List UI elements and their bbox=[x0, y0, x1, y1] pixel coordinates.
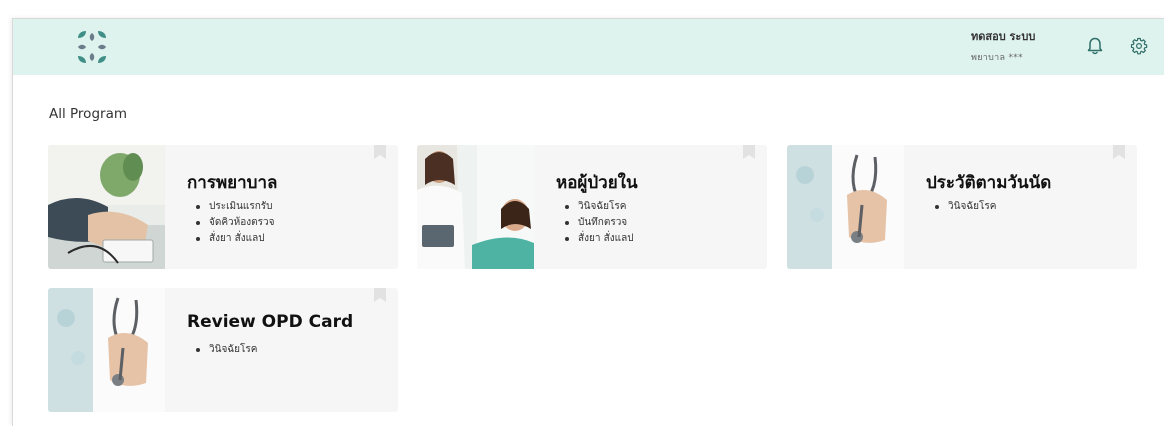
program-card-nursing[interactable]: การพยาบาล ประเมินแรกรับ จัดคิวห้องตรวจ ส… bbox=[48, 145, 398, 269]
clover-logo-icon[interactable] bbox=[73, 28, 111, 66]
list-item: สั่งยา สั่งแลป bbox=[565, 231, 634, 247]
settings-button[interactable] bbox=[1126, 33, 1152, 59]
bell-icon bbox=[1087, 37, 1103, 55]
list-item: ประเมินแรกรับ bbox=[196, 199, 274, 215]
user-name: ทดสอบ ระบบ bbox=[971, 30, 1036, 43]
nurse-blood-pressure-photo bbox=[48, 145, 165, 269]
card-item-list: วินิจฉัยโรค bbox=[935, 199, 996, 215]
doctor-stethoscope-photo bbox=[787, 145, 904, 269]
list-item: วินิจฉัยโรค bbox=[196, 342, 257, 358]
card-item-list: วินิจฉัยโรค bbox=[196, 342, 257, 358]
card-title: การพยาบาล bbox=[187, 173, 278, 193]
doctor-stethoscope-photo bbox=[48, 288, 165, 412]
list-item: สั่งยา สั่งแลป bbox=[196, 231, 274, 247]
card-title: ประวัติตามวันนัด bbox=[926, 173, 1052, 193]
user-role: พยาบาล *** bbox=[971, 53, 1023, 63]
bookmark-icon[interactable] bbox=[374, 145, 386, 159]
user-info[interactable]: ทดสอบ ระบบ พยาบาล *** bbox=[971, 27, 1071, 64]
bookmark-icon[interactable] bbox=[1113, 145, 1125, 159]
program-card-appointment-history[interactable]: ประวัติตามวันนัด วินิจฉัยโรค bbox=[787, 145, 1137, 269]
list-item: วินิจฉัยโรค bbox=[935, 199, 996, 215]
card-item-list: ประเมินแรกรับ จัดคิวห้องตรวจ สั่งยา สั่ง… bbox=[196, 199, 274, 247]
card-title: หอผู้ป่วยใน bbox=[556, 173, 638, 193]
notification-button[interactable] bbox=[1082, 33, 1108, 59]
program-card-inpatient[interactable]: หอผู้ป่วยใน วินิจฉัยโรค บันทึกตรวจ สั่งย… bbox=[417, 145, 767, 269]
program-card-review-opd[interactable]: Review OPD Card วินิจฉัยโรค bbox=[48, 288, 398, 412]
list-item: จัดคิวห้องตรวจ bbox=[196, 215, 274, 231]
top-bar: ทดสอบ ระบบ พยาบาล *** bbox=[13, 19, 1164, 75]
bookmark-icon[interactable] bbox=[374, 288, 386, 302]
list-item: บันทึกตรวจ bbox=[565, 215, 634, 231]
gear-icon bbox=[1130, 37, 1148, 55]
section-title: All Program bbox=[49, 106, 127, 122]
app-window: ทดสอบ ระบบ พยาบาล *** All Program การพยา… bbox=[12, 18, 1164, 426]
list-item: วินิจฉัยโรค bbox=[565, 199, 634, 215]
doctor-with-patient-photo bbox=[417, 145, 534, 269]
card-item-list: วินิจฉัยโรค บันทึกตรวจ สั่งยา สั่งแลป bbox=[565, 199, 634, 247]
card-title: Review OPD Card bbox=[187, 312, 354, 332]
bookmark-icon[interactable] bbox=[743, 145, 755, 159]
